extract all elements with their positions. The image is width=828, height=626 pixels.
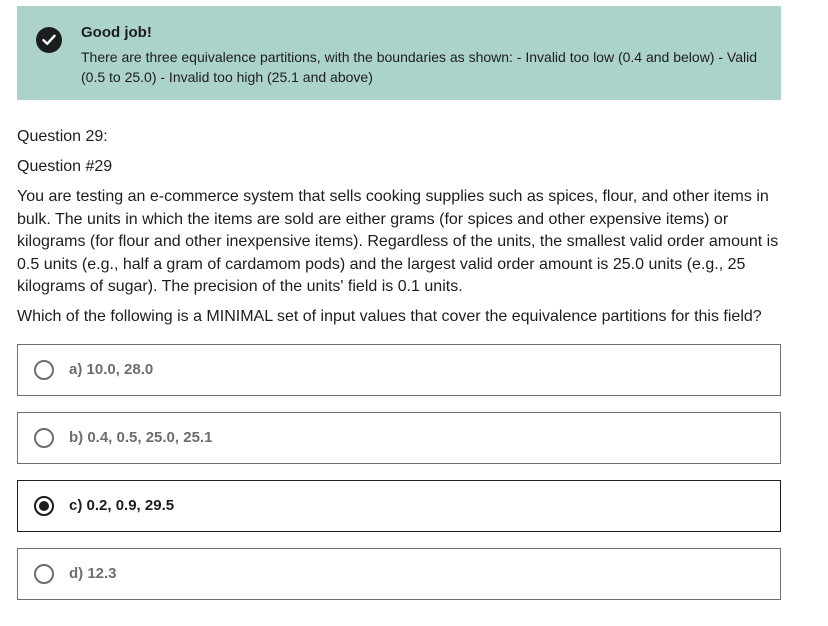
question-body: You are testing an e-commerce system tha… (17, 188, 779, 295)
answer-option-label: a) 10.0, 28.0 (69, 361, 154, 378)
quiz-page: Good job! There are three equivalence pa… (0, 0, 828, 626)
question-number: Question 29: (17, 128, 108, 145)
answer-option-b[interactable]: b) 0.4, 0.5, 25.0, 25.1 (17, 412, 781, 464)
radio-unchecked-icon[interactable] (34, 360, 54, 380)
radio-unchecked-icon[interactable] (34, 428, 54, 448)
question-prompt: Which of the following is a MINIMAL set … (17, 308, 762, 325)
feedback-title: Good job! (81, 24, 152, 41)
answer-option-label: c) 0.2, 0.9, 29.5 (69, 497, 175, 514)
answer-option-c[interactable]: c) 0.2, 0.9, 29.5 (17, 480, 781, 532)
answer-option-label: d) 12.3 (69, 565, 117, 582)
answer-option-a[interactable]: a) 10.0, 28.0 (17, 344, 781, 396)
feedback-explanation: There are three equivalence partitions, … (81, 49, 758, 85)
check-circle-icon (36, 27, 62, 53)
radio-unchecked-icon[interactable] (34, 564, 54, 584)
question-id: Question #29 (17, 158, 113, 175)
radio-checked-icon[interactable] (34, 496, 54, 516)
answer-option-label: b) 0.4, 0.5, 25.0, 25.1 (69, 429, 213, 446)
radio-dot (39, 501, 49, 511)
answer-option-d[interactable]: d) 12.3 (17, 548, 781, 600)
feedback-banner: Good job! There are three equivalence pa… (17, 6, 781, 100)
